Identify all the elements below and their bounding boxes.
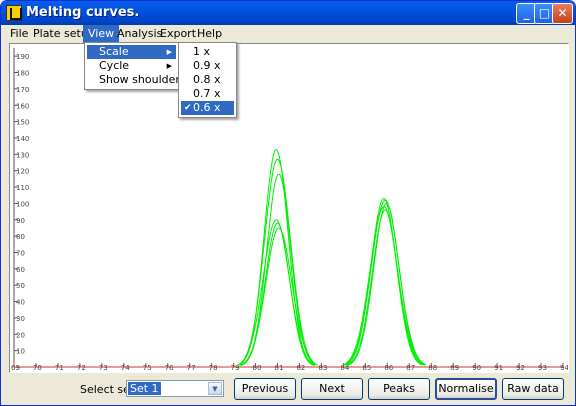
melting-curve-line (342, 206, 426, 366)
submenu-arrow-icon: ▶ (166, 48, 172, 56)
y-tick-label: 190 (16, 53, 29, 61)
y-tick-label: 140 (16, 135, 29, 143)
next-button[interactable]: Next (301, 378, 363, 400)
chevron-down-icon[interactable]: ▼ (208, 382, 222, 395)
melting-curve-line (239, 227, 318, 366)
view-menu-show-shoulders[interactable]: Show shoulders (87, 73, 186, 87)
x-tick-label: 91 (494, 364, 503, 372)
check-icon: ✔ (184, 103, 192, 113)
scale-option-label: 0.6 x (193, 101, 221, 114)
scale-option-0-7x[interactable]: 0.7 x (181, 87, 234, 101)
x-tick-label: 83 (318, 364, 327, 372)
scale-option-label: 0.7 x (193, 87, 221, 100)
x-tick-label: 78 (209, 364, 218, 372)
y-tick-label: 40 (16, 299, 25, 307)
view-menu-scale[interactable]: Scale ▶ (87, 45, 176, 59)
scale-option-0-8x[interactable]: 0.8 x (181, 73, 234, 87)
y-tick-label: 160 (16, 102, 29, 110)
x-tick-label: 69 (11, 364, 20, 372)
raw-data-button[interactable]: Raw data (502, 378, 564, 400)
y-tick-label: 130 (16, 151, 29, 159)
x-tick-label: 89 (450, 364, 459, 372)
y-tick-label: 100 (16, 200, 29, 208)
scale-option-label: 1 x (193, 45, 211, 58)
x-tick-label: 74 (121, 364, 130, 372)
previous-button[interactable]: Previous (234, 378, 296, 400)
y-tick-label: 30 (16, 315, 25, 323)
view-menu-scale-label: Scale (99, 45, 129, 58)
x-tick-label: 71 (55, 364, 64, 372)
x-tick-label: 81 (275, 364, 284, 372)
menu-bar: File Plate setup View Analysis Export He… (2, 25, 574, 43)
view-menu-dropdown: Scale ▶ Cycle ▶ Show shoulders (84, 42, 186, 90)
view-menu-show-shoulders-label: Show shoulders (99, 73, 186, 86)
x-tick-label: 72 (77, 364, 86, 372)
close-button[interactable]: ✕ (552, 3, 573, 24)
y-tick-label: 110 (16, 184, 29, 192)
scale-submenu: 1 x 0.9 x 0.8 x 0.7 x ✔ 0.6 x (178, 42, 237, 118)
y-tick-label: 50 (16, 282, 25, 290)
y-tick-label: 70 (16, 249, 25, 257)
scale-option-0-9x[interactable]: 0.9 x (181, 59, 234, 73)
x-tick-label: 86 (384, 364, 393, 372)
melting-curve-line (238, 158, 317, 366)
view-menu-cycle[interactable]: Cycle ▶ (87, 59, 176, 73)
peaks-button[interactable]: Peaks (368, 378, 430, 400)
x-tick-label: 76 (165, 364, 174, 372)
x-tick-label: 94 (560, 364, 568, 372)
x-tick-label: 82 (296, 364, 305, 372)
y-tick-label: 80 (16, 233, 25, 241)
select-set-dropdown[interactable]: Set 1 ▼ (126, 380, 224, 397)
scale-option-label: 0.8 x (193, 73, 221, 86)
x-tick-label: 75 (143, 364, 152, 372)
scale-option-label: 0.9 x (193, 59, 221, 72)
x-tick-label: 80 (253, 364, 262, 372)
view-menu-cycle-label: Cycle (99, 59, 130, 72)
footer-toolbar: Select set Set 1 ▼ Previous Next Peaks N… (1, 373, 575, 405)
x-tick-label: 73 (99, 364, 108, 372)
melting-curve-plot[interactable]: 190 180 170 160 150 140 130 120 110 100 90 80 70 60 50… (9, 43, 569, 373)
y-tick-label: 170 (16, 86, 29, 94)
x-tick-label: 77 (187, 364, 196, 372)
normalise-button[interactable]: Normalise (435, 378, 497, 400)
scale-option-1x[interactable]: 1 x (181, 45, 234, 59)
x-tick-label: 92 (516, 364, 525, 372)
window-title: Melting curves. (26, 5, 140, 20)
y-tick-label: 60 (16, 266, 25, 274)
x-tick-label: 70 (33, 364, 42, 372)
x-tick-label: 93 (538, 364, 547, 372)
y-tick-label: 180 (16, 70, 29, 78)
y-tick-label: 150 (16, 119, 29, 127)
y-tick-label: 120 (16, 168, 29, 176)
title-bar[interactable]: Melting curves. _ □ ✕ (1, 1, 575, 25)
select-set-value: Set 1 (128, 382, 161, 395)
submenu-arrow-icon: ▶ (166, 62, 172, 70)
menu-help[interactable]: Help (192, 25, 227, 43)
x-tick-label: 88 (428, 364, 437, 372)
x-tick-label: 85 (362, 364, 371, 372)
x-tick-label: 90 (472, 364, 481, 372)
y-tick-label: 10 (16, 348, 25, 356)
melting-curve-chart: 190 180 170 160 150 140 130 120 110 100 90 80 70 60 50… (11, 48, 568, 372)
scale-option-0-6x[interactable]: ✔ 0.6 x (181, 101, 234, 115)
app-window: Melting curves. _ □ ✕ File Plate setup V… (0, 0, 576, 406)
y-tick-label: 90 (16, 217, 25, 225)
melting-curve-line (343, 199, 427, 366)
y-tick-label: 20 (16, 331, 25, 339)
melting-curve-line (241, 222, 315, 366)
app-icon (6, 5, 22, 21)
x-tick-label: 87 (406, 364, 415, 372)
